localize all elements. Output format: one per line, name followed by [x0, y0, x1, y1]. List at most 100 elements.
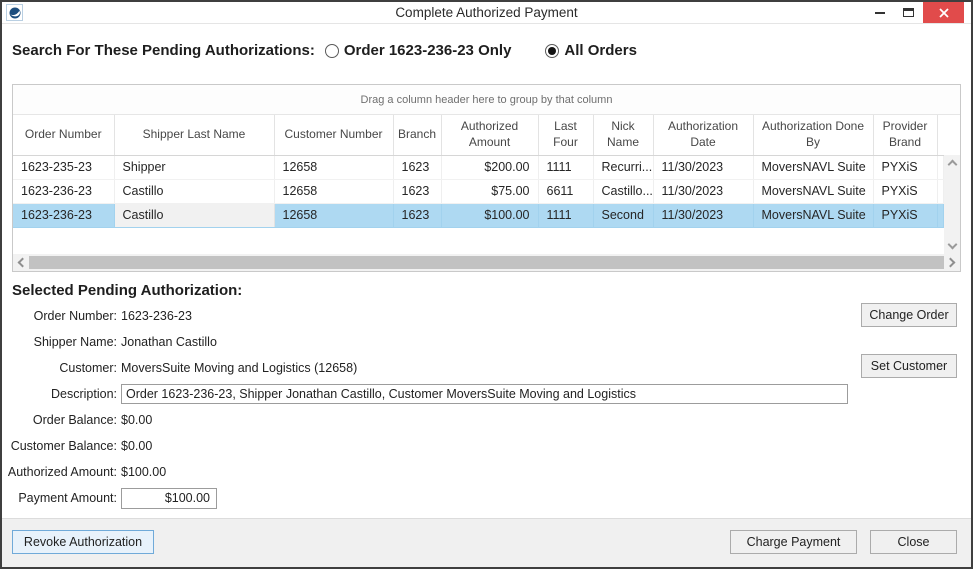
group-by-panel[interactable]: Drag a column header here to group by th…	[13, 85, 960, 115]
cell-shipper-last-name[interactable]: Shipper	[114, 155, 274, 179]
field-customer-balance-label: Customer Balance:	[2, 439, 121, 453]
field-shipper-name-label: Shipper Name:	[2, 335, 121, 349]
cell-customer-number[interactable]: 12658	[274, 179, 393, 203]
table-row-selected: 1623-236-23 Castillo 12658 1623 $100.00 …	[13, 203, 944, 227]
minimize-button[interactable]	[865, 2, 894, 23]
cell-authorized-amount[interactable]: $100.00	[441, 203, 538, 227]
cell-filler	[937, 179, 944, 203]
field-authorized-amount-label: Authorized Amount:	[2, 465, 121, 479]
field-description-label: Description:	[2, 387, 121, 401]
radio-order-only-label: Order 1623-236-23 Only	[344, 42, 512, 59]
cell-authorization-date[interactable]: 11/30/2023	[653, 203, 753, 227]
search-options-row: Search For These Pending Authorizations:…	[12, 42, 637, 59]
cell-authorization-done-by[interactable]: MoversNAVL Suite	[753, 203, 873, 227]
cell-last-four[interactable]: 1111	[538, 203, 593, 227]
column-header-authorization-done-by[interactable]: Authorization Done By	[753, 115, 873, 155]
close-button[interactable]	[923, 2, 964, 23]
field-description: Description:	[2, 381, 862, 407]
scroll-left-button[interactable]	[13, 254, 29, 271]
field-order-number: Order Number: 1623-236-23	[2, 303, 862, 329]
cell-shipper-last-name[interactable]: Castillo	[114, 179, 274, 203]
column-header-authorized-amount[interactable]: Authorized Amount	[441, 115, 538, 155]
cell-branch[interactable]: 1623	[393, 203, 441, 227]
field-order-balance: Order Balance: $0.00	[2, 407, 862, 433]
column-header-branch[interactable]: Branch	[393, 115, 441, 155]
column-header-nick-name[interactable]: Nick Name	[593, 115, 653, 155]
cell-authorized-amount[interactable]: $75.00	[441, 179, 538, 203]
column-header-filler	[937, 115, 944, 155]
description-input[interactable]	[121, 384, 848, 404]
chevron-down-icon[interactable]	[947, 240, 957, 250]
column-header-authorization-date[interactable]: Authorization Date	[653, 115, 753, 155]
footer-bar: Revoke Authorization Charge Payment Clos…	[2, 518, 971, 567]
radio-order-only[interactable]: Order 1623-236-23 Only	[325, 42, 512, 59]
cell-authorization-done-by[interactable]: MoversNAVL Suite	[753, 179, 873, 203]
cell-filler	[937, 155, 944, 179]
close-dialog-button[interactable]: Close	[870, 530, 957, 554]
radio-all-orders-label: All Orders	[564, 42, 637, 59]
cell-provider-brand[interactable]: PYXiS	[873, 155, 937, 179]
field-order-balance-value: $0.00	[121, 413, 152, 427]
cell-provider-brand[interactable]: PYXiS	[873, 179, 937, 203]
cell-last-four[interactable]: 1111	[538, 155, 593, 179]
table-row: 1623-236-23 Castillo 12658 1623 $75.00 6…	[13, 179, 944, 203]
field-authorized-amount-value: $100.00	[121, 465, 166, 479]
cell-customer-number[interactable]: 12658	[274, 155, 393, 179]
table-row: 1623-235-23 Shipper 12658 1623 $200.00 1…	[13, 155, 944, 179]
field-shipper-name: Shipper Name: Jonathan Castillo	[2, 329, 862, 355]
field-customer-balance: Customer Balance: $0.00	[2, 433, 862, 459]
column-header-provider-brand[interactable]: Provider Brand	[873, 115, 937, 155]
cell-nick-name[interactable]: Castillo...	[593, 179, 653, 203]
search-label: Search For These Pending Authorizations:	[12, 42, 315, 59]
header-row: Order Number Shipper Last Name Customer …	[13, 115, 944, 155]
revoke-authorization-button[interactable]: Revoke Authorization	[12, 530, 154, 554]
cell-shipper-last-name[interactable]: Castillo	[114, 203, 274, 227]
cell-authorization-done-by[interactable]: MoversNAVL Suite	[753, 155, 873, 179]
vertical-scrollbar[interactable]	[944, 155, 960, 254]
column-header-shipper-last-name[interactable]: Shipper Last Name	[114, 115, 274, 155]
field-customer-value: MoversSuite Moving and Logistics (12658)	[121, 361, 357, 375]
cell-nick-name[interactable]: Second	[593, 203, 653, 227]
column-header-customer-number[interactable]: Customer Number	[274, 115, 393, 155]
cell-authorization-date[interactable]: 11/30/2023	[653, 179, 753, 203]
column-header-order-number[interactable]: Order Number	[13, 115, 114, 155]
cell-branch[interactable]: 1623	[393, 155, 441, 179]
cell-order-number[interactable]: 1623-236-23	[13, 203, 114, 227]
cell-order-number[interactable]: 1623-236-23	[13, 179, 114, 203]
radio-all-orders[interactable]: All Orders	[545, 42, 637, 59]
field-customer-label: Customer:	[2, 361, 121, 375]
cell-last-four[interactable]: 6611	[538, 179, 593, 203]
cell-order-number[interactable]: 1623-235-23	[13, 155, 114, 179]
authorizations-table: Order Number Shipper Last Name Customer …	[13, 115, 944, 228]
cell-authorized-amount[interactable]: $200.00	[441, 155, 538, 179]
scroll-right-button[interactable]	[944, 254, 960, 271]
horizontal-scrollbar[interactable]	[13, 254, 960, 271]
cell-branch[interactable]: 1623	[393, 179, 441, 203]
cell-nick-name[interactable]: Recurri...	[593, 155, 653, 179]
maximize-icon	[903, 8, 914, 17]
close-icon	[939, 8, 949, 18]
minimize-icon	[875, 12, 885, 14]
chevron-left-icon	[18, 258, 28, 268]
change-order-button[interactable]: Change Order	[861, 303, 957, 327]
chevron-up-icon[interactable]	[947, 160, 957, 170]
chevron-right-icon	[946, 258, 956, 268]
field-customer-balance-value: $0.00	[121, 439, 152, 453]
cell-customer-number[interactable]: 12658	[274, 203, 393, 227]
field-payment-amount-label: Payment Amount:	[2, 491, 121, 505]
charge-payment-button[interactable]: Charge Payment	[730, 530, 857, 554]
cell-provider-brand[interactable]: PYXiS	[873, 203, 937, 227]
column-header-last-four[interactable]: Last Four	[538, 115, 593, 155]
payment-amount-input[interactable]	[121, 488, 217, 509]
horizontal-scrollbar-thumb[interactable]	[29, 256, 944, 269]
field-order-number-label: Order Number:	[2, 309, 121, 323]
field-customer: Customer: MoversSuite Moving and Logisti…	[2, 355, 862, 381]
titlebar[interactable]: Complete Authorized Payment	[2, 2, 971, 24]
details-heading: Selected Pending Authorization:	[12, 282, 242, 299]
field-authorized-amount: Authorized Amount: $100.00	[2, 459, 862, 485]
details-fields: Order Number: 1623-236-23 Shipper Name: …	[2, 303, 862, 511]
maximize-button[interactable]	[894, 2, 923, 23]
cell-authorization-date[interactable]: 11/30/2023	[653, 155, 753, 179]
authorizations-grid: Drag a column header here to group by th…	[12, 84, 961, 272]
set-customer-button[interactable]: Set Customer	[861, 354, 957, 378]
